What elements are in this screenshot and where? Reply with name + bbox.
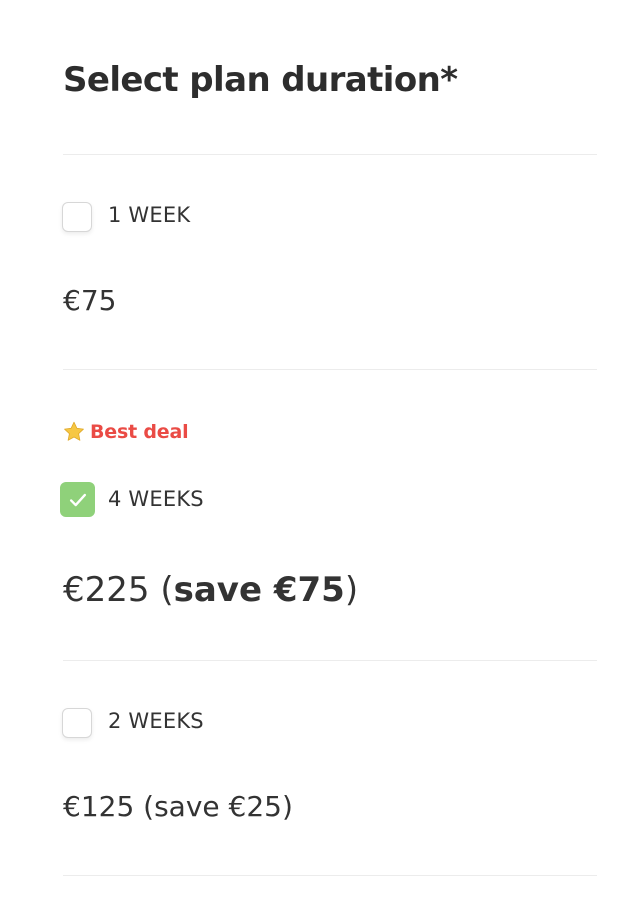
checkbox-1-week[interactable]	[62, 202, 92, 232]
page-title: Select plan duration*	[63, 60, 458, 100]
option-label-1-week[interactable]: 1 WEEK	[108, 203, 190, 227]
checkbox-2-weeks[interactable]	[62, 708, 92, 738]
best-deal-label: Best deal	[90, 421, 189, 443]
divider	[63, 369, 597, 370]
price-4-weeks: €225 (save €75)	[63, 570, 358, 610]
divider	[63, 660, 597, 661]
price-save-text: save €75	[173, 570, 345, 610]
divider	[63, 154, 597, 155]
option-label-2-weeks[interactable]: 2 WEEKS	[108, 709, 204, 733]
checkbox-4-weeks[interactable]	[60, 482, 95, 517]
divider	[63, 875, 597, 876]
checkmark-icon	[69, 493, 86, 506]
price-paren-close: )	[344, 570, 359, 610]
price-2-weeks: €125 (save €25)	[63, 790, 293, 823]
star-icon	[64, 421, 84, 441]
price-paren-open: (	[149, 570, 174, 610]
price-amount: €225	[63, 570, 150, 610]
best-deal-badge: Best deal	[62, 420, 189, 444]
price-1-week: €75	[63, 284, 117, 317]
option-label-4-weeks[interactable]: 4 WEEKS	[108, 487, 204, 511]
